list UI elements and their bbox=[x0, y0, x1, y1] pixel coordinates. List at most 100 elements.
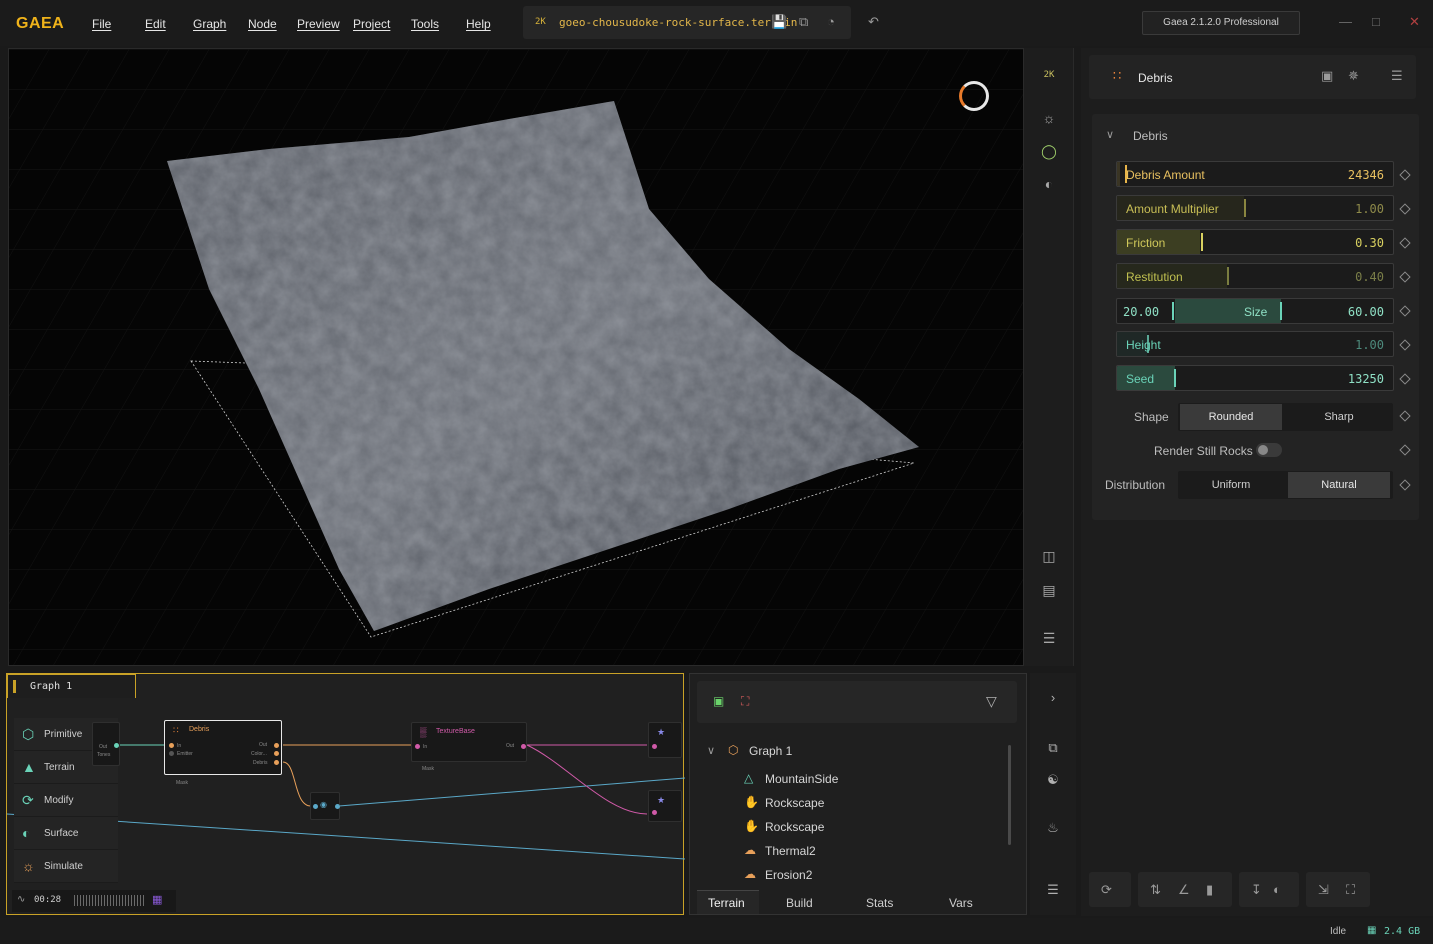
minimize-icon[interactable]: — bbox=[1339, 14, 1352, 29]
columns-icon[interactable]: ▮ bbox=[1206, 882, 1213, 898]
fx-node[interactable]: ◉ bbox=[310, 792, 340, 820]
tab-build[interactable]: Build bbox=[786, 896, 813, 910]
menu-preview[interactable]: Preview bbox=[297, 17, 340, 31]
section-title: Debris bbox=[1133, 129, 1168, 143]
shape-rounded-button[interactable]: Rounded bbox=[1180, 404, 1282, 430]
slider-seed[interactable]: Seed 13250 bbox=[1116, 365, 1394, 391]
tree-item[interactable]: Thermal2 bbox=[765, 844, 816, 858]
contrast-icon[interactable]: ◐ bbox=[1024, 176, 1074, 192]
tab-stats[interactable]: Stats bbox=[866, 896, 893, 910]
file-name[interactable]: goeo-chousudoke-rock-surface.terrain bbox=[559, 16, 797, 29]
slider-height[interactable]: Height 1.00 bbox=[1116, 331, 1394, 357]
app-logo: GAEA bbox=[16, 15, 65, 32]
close-icon[interactable]: ✕ bbox=[1409, 14, 1420, 30]
slider-friction[interactable]: Friction 0.30 bbox=[1116, 229, 1394, 255]
category-surface[interactable]: ◐ Surface bbox=[14, 817, 118, 850]
slider-restitution[interactable]: Restitution 0.40 bbox=[1116, 263, 1394, 289]
pin-icon[interactable]: ▣ bbox=[1321, 68, 1333, 84]
chevron-right-icon[interactable]: › bbox=[1030, 690, 1076, 705]
import-icon[interactable]: ↧ bbox=[1251, 882, 1262, 898]
fullscreen-icon[interactable]: ⛶ bbox=[1346, 882, 1355, 898]
memory-icon: ▦ bbox=[1367, 925, 1377, 936]
menu-file[interactable]: File bbox=[92, 17, 111, 31]
texture-icon: ▒ bbox=[420, 727, 427, 737]
debris-node[interactable]: ∷ Debris In Emitter Out Color... Debris bbox=[164, 720, 282, 775]
copy-icon[interactable]: ⧉ bbox=[1030, 740, 1076, 756]
node-title: Debris bbox=[1138, 71, 1173, 85]
menu-graph[interactable]: Graph bbox=[193, 17, 226, 31]
tab-graph-1[interactable]: Graph 1 bbox=[7, 674, 136, 698]
tab-vars[interactable]: Vars bbox=[949, 896, 973, 910]
list-icon[interactable]: ☰ bbox=[1030, 882, 1076, 898]
output-node-2[interactable]: ★ bbox=[648, 790, 682, 822]
debris-node-icon: ∷ bbox=[1113, 68, 1122, 83]
angle-icon[interactable]: ∠ bbox=[1178, 882, 1190, 898]
slider-size-range[interactable]: 20.00 Size 60.00 bbox=[1116, 298, 1394, 324]
chevron-down-icon[interactable]: ∨ bbox=[707, 744, 715, 757]
timeline-bar[interactable]: ∿ 00:28 ▦ bbox=[12, 890, 176, 912]
surface-icon: ◐ bbox=[22, 825, 31, 841]
shrink-icon[interactable]: ⇲ bbox=[1318, 882, 1329, 898]
chevron-down-icon[interactable]: ∨ bbox=[1106, 128, 1114, 141]
axis-icon[interactable]: ✵ bbox=[1348, 68, 1359, 84]
tree-root[interactable]: Graph 1 bbox=[749, 744, 792, 758]
tree-scrollbar[interactable] bbox=[1008, 745, 1011, 845]
grid-icon: ▦ bbox=[152, 894, 163, 906]
frame-icon[interactable]: ⛶ bbox=[741, 694, 749, 709]
menu-node[interactable]: Node bbox=[248, 17, 277, 31]
focus-icon[interactable]: ▣ bbox=[713, 694, 724, 708]
primitive-node[interactable]: Out Tones bbox=[92, 722, 120, 766]
undo-icon[interactable]: ↶ bbox=[868, 14, 879, 30]
tree-item[interactable]: MountainSide bbox=[765, 772, 838, 786]
resolution-button[interactable]: 2K bbox=[1024, 70, 1074, 80]
split-icon[interactable]: ⇅ bbox=[1150, 882, 1161, 898]
tree-item[interactable]: Erosion2 bbox=[765, 868, 812, 882]
rock-icon: ✋ bbox=[744, 819, 759, 833]
slider-debris-amount[interactable]: Debris Amount 24346 bbox=[1116, 161, 1394, 187]
layers-icon[interactable]: ▤ bbox=[1024, 582, 1074, 599]
texturebase-node[interactable]: ▒ TextureBase In Out bbox=[411, 722, 527, 762]
tree-item[interactable]: Rockscape bbox=[765, 796, 824, 810]
debris-node-icon: ∷ bbox=[173, 725, 179, 735]
distribution-natural-button[interactable]: Natural bbox=[1288, 472, 1390, 498]
category-modify[interactable]: ⟳ Modify bbox=[14, 784, 118, 817]
tab-terrain[interactable]: Terrain bbox=[708, 896, 745, 910]
menu-help[interactable]: Help bbox=[466, 17, 491, 31]
tree-item[interactable]: Rockscape bbox=[765, 820, 824, 834]
compare-icon[interactable]: ◫ bbox=[1024, 548, 1074, 565]
bottom-tool-group-3: ↧ ◐ bbox=[1239, 872, 1299, 907]
maximize-icon[interactable]: □ bbox=[1372, 14, 1380, 29]
texture-mask-label: Mask bbox=[422, 766, 434, 772]
hierarchy-icon[interactable]: ☯ bbox=[1030, 772, 1076, 788]
simulate-icon: ☼ bbox=[22, 858, 35, 874]
properties-header: ∷ Debris ▣ ✵ ☰ bbox=[1089, 55, 1416, 99]
distribution-uniform-button[interactable]: Uniform bbox=[1180, 472, 1282, 498]
fire-icon[interactable]: ♨ bbox=[1030, 820, 1076, 836]
3d-viewport[interactable] bbox=[8, 48, 1024, 666]
copy-icon[interactable]: ⧉ bbox=[799, 14, 808, 30]
viewport-menu-icon[interactable]: ☰ bbox=[1024, 630, 1074, 647]
menu-edit[interactable]: Edit bbox=[145, 17, 166, 31]
bottom-tool-group-4: ⇲ ⛶ bbox=[1306, 872, 1370, 907]
status-state: Idle bbox=[1330, 926, 1347, 937]
category-simulate[interactable]: ☼ Simulate bbox=[14, 850, 118, 883]
shape-sharp-button[interactable]: Sharp bbox=[1288, 404, 1390, 430]
menu-project[interactable]: Project bbox=[353, 17, 390, 31]
render-still-rocks-toggle[interactable] bbox=[1256, 443, 1282, 457]
sun-icon[interactable]: ☼ bbox=[1024, 110, 1074, 126]
render-mode-icon[interactable]: ◯ bbox=[1024, 143, 1074, 160]
save-icon[interactable]: 💾 bbox=[771, 14, 787, 30]
viewport-toolbar: 2K ☼ ◯ ◐ ◫ ▤ ☰ bbox=[1024, 48, 1074, 666]
history-icon[interactable]: ◔ bbox=[827, 14, 835, 29]
file-resolution: 2K bbox=[535, 17, 546, 27]
panel-menu-icon[interactable]: ☰ bbox=[1391, 68, 1403, 84]
filter-icon[interactable]: ▽ bbox=[986, 693, 997, 710]
half-circle-icon[interactable]: ◐ bbox=[1273, 882, 1281, 897]
output-node-1[interactable]: ★ bbox=[648, 722, 682, 758]
status-bar: Idle ▦ 2.4 GB bbox=[0, 918, 1433, 944]
distribution-label: Distribution bbox=[1105, 478, 1166, 492]
terrain-icon: ▲ bbox=[22, 759, 36, 775]
slider-amount-multiplier[interactable]: Amount Multiplier 1.00 bbox=[1116, 195, 1394, 221]
refresh-icon[interactable]: ⟳ bbox=[1101, 882, 1112, 898]
menu-tools[interactable]: Tools bbox=[411, 17, 439, 31]
